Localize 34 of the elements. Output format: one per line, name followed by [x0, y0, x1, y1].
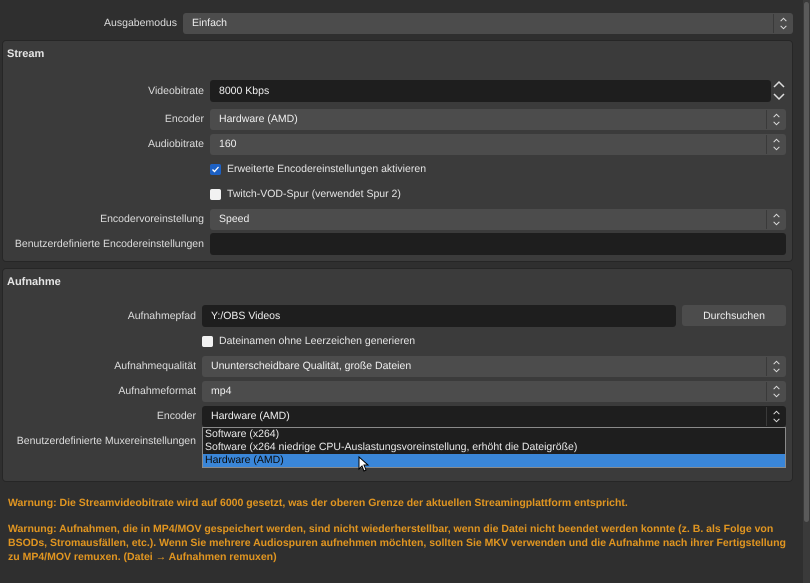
group-title: Aufnahme: [6, 275, 62, 290]
checkbox[interactable]: Twitch-VOD-Spur (verwendet Spur 2): [210, 184, 786, 204]
field-label: Ausgabemodus: [104, 17, 177, 29]
dropdown[interactable]: mp4: [202, 380, 786, 402]
field-label: Aufnahmeformat: [118, 385, 196, 397]
field-label: Encoder: [164, 113, 204, 125]
dropdown-option[interactable]: Hardware (AMD): [203, 454, 785, 466]
checkbox[interactable]: Dateinamen ohne Leerzeichen generieren: [202, 331, 786, 351]
dropdown[interactable]: Hardware (AMD): [210, 108, 786, 130]
warning-text: Warnung: Aufnahmen, die in MP4/MOV gespeichert werden, sind nicht wiederherstellbar, wenn die Datei nicht beendet werden konnte (z. B. als Folge von BSODs, Stromausfällen, etc.). Wenn Sie mehrere Audiospuren aufnehmen möchten, sollten Sie MKV verwenden und die Aufnahme nach ihrer Fertigstellung zu MP4/MOV remuxen. (Datei → Aufnahmen remuxen): [7, 522, 787, 564]
field-label: Aufnahmequalität: [114, 360, 196, 372]
dropdown[interactable]: Ununterscheidbare Qualität, große Dateien: [202, 356, 786, 376]
field-label: Encoder: [156, 410, 196, 422]
field-label: Audiobitrate: [148, 138, 204, 150]
warning-text: Warnung: Die Streamvideobitrate wird auf 6000 gesetzt, was der oberen Grenze der aktuellen Streamingplattform entspricht.: [7, 496, 629, 510]
field-label: Encodervoreinstellung: [100, 213, 204, 225]
dropdown[interactable]: 160: [210, 134, 786, 154]
field-label: Aufnahmepfad: [128, 310, 196, 322]
checkbox[interactable]: Erweiterte Encodereinstellungen aktivieren: [210, 159, 786, 179]
scrollbar[interactable]: [803, 0, 810, 583]
field-label: Benutzerdefinierte Muxereinstellungen: [16, 435, 196, 447]
group-title: Stream: [6, 47, 46, 62]
path-field[interactable]: Y:/OBS Videos: [202, 305, 676, 327]
browse-button[interactable]: Durchsuchen: [682, 305, 786, 326]
field-label: Videobitrate: [148, 85, 204, 97]
dropdown[interactable]: Speed: [210, 208, 786, 230]
text-field[interactable]: [210, 233, 786, 255]
dropdown-option[interactable]: Software (x264 niedrige CPU-Auslastungsvoreinstellung, erhöht die Dateigröße): [203, 440, 785, 454]
field-label: Benutzerdefinierte Encodereinstellungen: [14, 238, 204, 250]
bitrate-field[interactable]: 8000 Kbps: [210, 80, 771, 102]
cursor-icon: [358, 456, 370, 472]
checkmark-icon: [211, 164, 220, 174]
dropdown[interactable]: Einfach: [183, 12, 793, 34]
dropdown-option[interactable]: Software (x264): [203, 428, 785, 440]
